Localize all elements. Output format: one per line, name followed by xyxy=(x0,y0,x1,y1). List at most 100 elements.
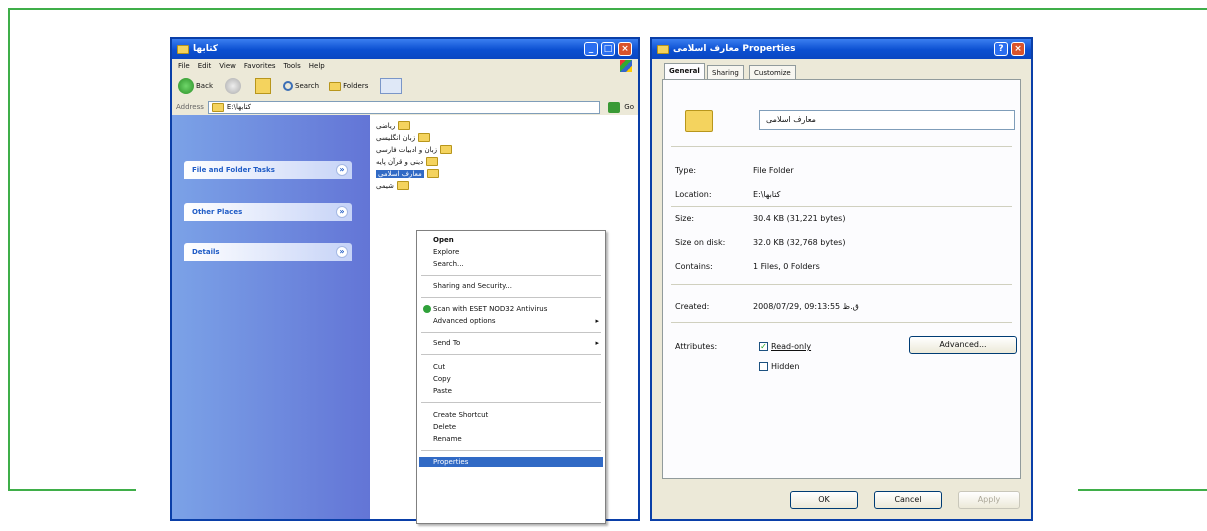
list-item[interactable]: شیمی xyxy=(376,181,409,190)
tab-general[interactable]: General xyxy=(664,63,705,79)
close-icon[interactable]: × xyxy=(1011,42,1025,56)
list-item-selected[interactable]: معارف اسلامی xyxy=(376,169,439,178)
up-folder-icon[interactable] xyxy=(255,78,271,94)
folder-icon xyxy=(426,157,439,166)
menu-separator xyxy=(421,275,601,276)
location-value: E:\کتابها xyxy=(753,190,781,199)
menu-favorites[interactable]: Favorites xyxy=(244,62,276,70)
size-label: Size: xyxy=(675,214,695,223)
list-item[interactable]: دینی و قرآن پایه xyxy=(376,157,439,166)
menu-help[interactable]: Help xyxy=(309,62,325,70)
submenu-arrow-icon: ▸ xyxy=(595,317,599,325)
submenu-arrow-icon: ▸ xyxy=(595,339,599,347)
task-label: Details xyxy=(192,248,220,256)
hidden-label: Hidden xyxy=(771,362,800,371)
menu-item-copy[interactable]: Copy xyxy=(433,374,599,384)
task-label: File and Folder Tasks xyxy=(192,166,275,174)
menu-item-open[interactable]: Open xyxy=(433,235,599,245)
folders-icon xyxy=(329,81,342,91)
location-label: Location: xyxy=(675,190,712,199)
size-value: 30.4 KB (31,221 bytes) xyxy=(753,214,846,223)
tab-customize[interactable]: Customize xyxy=(749,65,796,79)
created-value: 2008/07/29, 09:13:55 ق.ظ xyxy=(753,302,859,311)
file-folder-tasks-header[interactable]: File and Folder Tasks » xyxy=(184,161,352,179)
list-item[interactable]: زبان انگلیسی xyxy=(376,133,431,142)
type-value: File Folder xyxy=(753,166,794,175)
menu-item-paste[interactable]: Paste xyxy=(433,386,599,396)
address-field[interactable]: E:\کتابها xyxy=(207,100,601,114)
menu-edit[interactable]: Edit xyxy=(198,62,212,70)
menu-item-sharing[interactable]: Sharing and Security... xyxy=(433,281,599,291)
properties-titlebar[interactable]: معارف اسلامی Properties ? × xyxy=(652,39,1031,59)
folder-icon xyxy=(657,44,669,54)
list-item[interactable]: ریاضی xyxy=(376,121,411,130)
created-label: Created: xyxy=(675,302,710,311)
advanced-button[interactable]: Advanced... xyxy=(909,336,1017,354)
address-bar: Address E:\کتابها Go xyxy=(172,99,638,115)
hidden-checkbox[interactable]: Hidden xyxy=(759,362,799,371)
folder-large-icon xyxy=(685,110,713,132)
attributes-label: Attributes: xyxy=(675,342,718,351)
explorer-titlebar[interactable]: کتابها _ □ × xyxy=(172,39,638,59)
readonly-label: Read-only xyxy=(771,342,812,351)
other-places-header[interactable]: Other Places » xyxy=(184,203,352,221)
go-label[interactable]: Go xyxy=(624,103,634,111)
close-icon[interactable]: × xyxy=(618,42,632,56)
back-button[interactable]: Back xyxy=(178,78,213,94)
antivirus-icon xyxy=(423,305,431,313)
checkbox-checked-icon: ✓ xyxy=(759,342,768,351)
frame-bottom-left-line xyxy=(8,489,136,491)
menu-tools[interactable]: Tools xyxy=(284,62,301,70)
folder-name-field[interactable]: معارف اسلامی xyxy=(759,110,1015,130)
menu-item-rename[interactable]: Rename xyxy=(433,434,599,444)
frame-bottom-right-line xyxy=(1078,489,1207,491)
details-header[interactable]: Details » xyxy=(184,243,352,261)
help-icon[interactable]: ? xyxy=(994,42,1008,56)
size-on-disk-value: 32.0 KB (32,768 bytes) xyxy=(753,238,846,247)
frame-top-line xyxy=(8,8,1207,10)
menu-view[interactable]: View xyxy=(219,62,236,70)
windows-flag-icon xyxy=(620,60,632,72)
forward-button[interactable] xyxy=(225,78,241,94)
search-label: Search xyxy=(295,82,320,90)
task-label: Other Places xyxy=(192,208,243,216)
minimize-icon[interactable]: _ xyxy=(584,42,598,56)
cancel-button[interactable]: Cancel xyxy=(874,491,942,509)
menu-item-explore[interactable]: Explore xyxy=(433,247,599,257)
menu-item-delete[interactable]: Delete xyxy=(433,422,599,432)
menu-item-properties[interactable]: Properties xyxy=(419,457,603,467)
menu-item-cut[interactable]: Cut xyxy=(433,362,599,372)
divider xyxy=(671,284,1012,285)
folder-icon xyxy=(426,169,439,178)
folder-icon xyxy=(396,181,409,190)
properties-dialog: معارف اسلامی Properties ? × General Shar… xyxy=(650,37,1033,521)
chevron-down-icon: » xyxy=(336,164,348,176)
back-arrow-icon xyxy=(178,78,194,94)
menu-item-search[interactable]: Search... xyxy=(433,259,599,269)
divider xyxy=(671,322,1012,323)
folders-button[interactable]: Folders xyxy=(329,81,368,91)
go-arrow-icon[interactable] xyxy=(608,101,621,113)
menu-item-scan[interactable]: Scan with ESET NOD32 Antivirus xyxy=(423,304,599,314)
menu-item-create-shortcut[interactable]: Create Shortcut xyxy=(433,410,599,420)
readonly-checkbox[interactable]: ✓ Read-only xyxy=(759,342,811,351)
list-item[interactable]: زبان و ادبیات فارسی xyxy=(376,145,453,154)
size-on-disk-label: Size on disk: xyxy=(675,238,726,247)
views-button[interactable] xyxy=(380,78,403,94)
task-pane: File and Folder Tasks » Other Places » D… xyxy=(172,115,370,519)
search-button[interactable]: Search xyxy=(283,81,319,91)
type-label: Type: xyxy=(675,166,697,175)
contains-value: 1 Files, 0 Folders xyxy=(753,262,820,271)
menu-separator xyxy=(421,354,601,355)
menu-item-send-to[interactable]: Send To ▸ xyxy=(433,338,599,348)
divider xyxy=(671,146,1012,147)
menu-separator xyxy=(421,297,601,298)
menu-bar: File Edit View Favorites Tools Help xyxy=(172,59,638,73)
folder-icon xyxy=(418,133,431,142)
menu-item-advanced[interactable]: Advanced options ▸ xyxy=(433,316,599,326)
ok-button[interactable]: OK xyxy=(790,491,858,509)
chevron-down-icon: » xyxy=(336,206,348,218)
maximize-icon[interactable]: □ xyxy=(601,42,615,56)
tab-sharing[interactable]: Sharing xyxy=(707,65,744,79)
menu-file[interactable]: File xyxy=(178,62,190,70)
